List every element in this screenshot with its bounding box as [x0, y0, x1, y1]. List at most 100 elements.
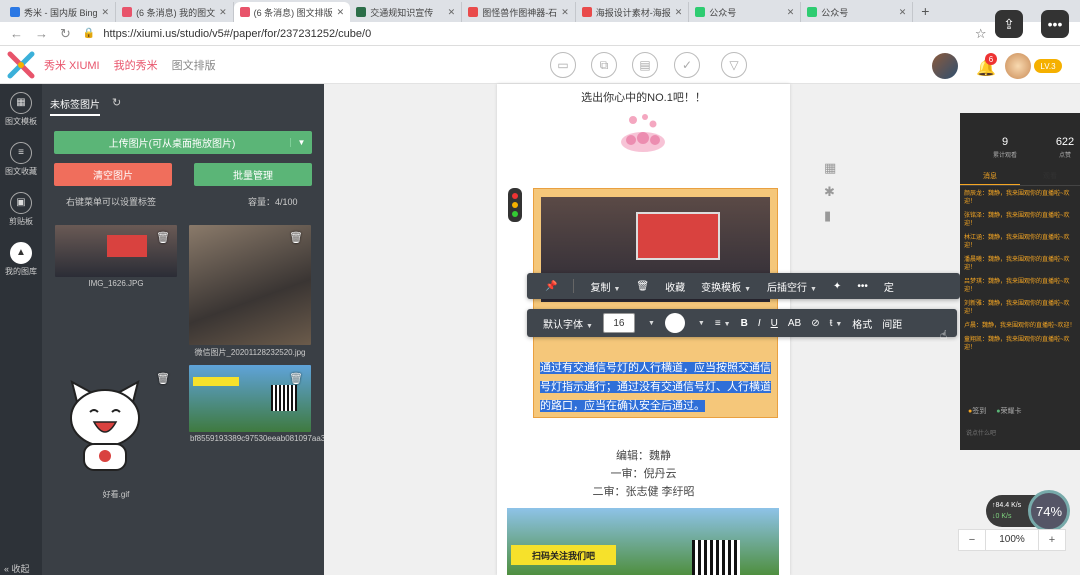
- copy-doc-icon[interactable]: ⧉: [591, 52, 617, 78]
- zoom-out-button[interactable]: −: [959, 534, 985, 546]
- browser-tab[interactable]: 秀米 - 国内版 Bing ✕: [4, 2, 117, 22]
- rail-item-templates[interactable]: ▦ 图文模板: [0, 84, 42, 134]
- back-icon[interactable]: ←: [10, 26, 23, 41]
- collect-button[interactable]: 收藏: [665, 279, 685, 294]
- close-icon[interactable]: ✕: [337, 7, 345, 18]
- list-item: 林江涵：魏静，我来围观你的直播啦~欢迎！: [964, 235, 1070, 249]
- batch-manage-button[interactable]: 批量管理: [194, 163, 312, 186]
- rail-item-gallery[interactable]: ▲ 我的图库: [0, 234, 42, 284]
- format-button[interactable]: 格式: [852, 316, 872, 331]
- site-icon: [581, 7, 592, 17]
- live-actions: ●签到 ●荣耀卡: [968, 406, 1021, 416]
- avatar[interactable]: [932, 53, 958, 79]
- swap-template-button[interactable]: 变换模板 ▼: [701, 279, 751, 294]
- print-icon[interactable]: ▤: [632, 52, 658, 78]
- clear-format-icon[interactable]: ⊘: [811, 318, 819, 329]
- copy-button[interactable]: 复制 ▼: [590, 279, 620, 294]
- close-icon[interactable]: ✕: [899, 7, 907, 18]
- rail-item-clipboard[interactable]: ▣ 剪贴板: [0, 184, 42, 234]
- list-item: 颜辰龙：魏静，我来围观你的直播啦~欢迎！: [964, 191, 1070, 205]
- checkin-button[interactable]: ●签到: [968, 406, 986, 416]
- tab-chat[interactable]: 消息: [960, 168, 1020, 185]
- user-avatar[interactable]: [1005, 53, 1031, 79]
- chevron-down-icon[interactable]: ▼: [290, 138, 312, 147]
- close-icon[interactable]: ✕: [448, 7, 456, 18]
- doc-top-text[interactable]: 选出你心中的NO.1吧！！: [497, 89, 790, 105]
- trash-icon[interactable]: 🗑: [289, 372, 303, 385]
- trash-icon[interactable]: 🗑: [289, 231, 303, 244]
- chevron-down-icon[interactable]: ▼: [648, 320, 655, 327]
- strike-button[interactable]: AB: [788, 318, 801, 329]
- zoom-in-button[interactable]: +: [1039, 534, 1065, 546]
- brand-link[interactable]: 秀米 XIUMI: [44, 57, 100, 73]
- heart-decoration-icon[interactable]: [619, 112, 667, 154]
- browser-tab[interactable]: (6 条消息) 我的图文 ✕: [116, 2, 234, 22]
- browser-tab[interactable]: 图怪兽作图神器-石 ✕: [462, 2, 576, 22]
- star-icon[interactable]: ☆: [975, 26, 987, 42]
- chat-input[interactable]: 说点什么吧: [966, 428, 996, 437]
- browser-tab[interactable]: 海报设计素材-海报 ✕: [576, 2, 690, 22]
- clipboard-icon: ▣: [10, 191, 32, 214]
- image-caption: IMG_1626.JPG: [88, 279, 144, 288]
- align-icon[interactable]: ≡ ▼: [715, 318, 731, 329]
- collection-icon: ≡: [10, 141, 32, 164]
- share-icon[interactable]: ⇪: [995, 10, 1023, 38]
- new-tab-button[interactable]: +: [913, 3, 937, 19]
- zoom-level: 100%: [985, 530, 1039, 550]
- list-item: 卢晨：魏静，我来围观你的直播啦~欢迎！: [964, 323, 1076, 329]
- reload-icon[interactable]: ↻: [60, 26, 71, 42]
- tab-viewers[interactable]: 观看: [1020, 168, 1080, 185]
- forward-icon[interactable]: →: [35, 26, 48, 41]
- font-select[interactable]: 默认字体 ▼: [543, 316, 593, 331]
- publish-icon[interactable]: ▽: [721, 52, 747, 78]
- italic-button[interactable]: I: [758, 318, 761, 329]
- open-folder-icon[interactable]: ▭: [550, 52, 576, 78]
- pin-icon[interactable]: 📌: [545, 281, 557, 292]
- tab-untagged[interactable]: 未标签图片: [50, 96, 100, 116]
- rail-item-collection[interactable]: ≡ 图文收藏: [0, 134, 42, 184]
- browser-tab[interactable]: 公众号 ✕: [801, 2, 914, 22]
- upload-button[interactable]: 上传图片(可从桌面拖放图片) ▼: [54, 131, 312, 154]
- credits[interactable]: 编辑：魏静 一审：倪丹云 二审：张志健 李纡昭: [497, 447, 790, 501]
- close-icon[interactable]: ✕: [675, 7, 683, 18]
- trash-icon[interactable]: 🗑: [156, 372, 170, 385]
- underline-button[interactable]: U: [771, 318, 778, 329]
- chevron-down-icon: ▼: [810, 285, 817, 293]
- close-icon[interactable]: ✕: [219, 7, 227, 18]
- close-icon[interactable]: ✕: [787, 7, 795, 18]
- browser-tab[interactable]: 公众号 ✕: [689, 2, 802, 22]
- magic-wand-icon[interactable]: ✦: [833, 281, 841, 292]
- card-button[interactable]: ●荣耀卡: [996, 406, 1021, 416]
- trash-icon[interactable]: 🗑: [156, 231, 170, 244]
- url-field[interactable]: 🔒 https://xiumi.us/studio/v5#/paper/for/…: [83, 28, 963, 40]
- text-effect-icon[interactable]: ŧ ▼: [830, 318, 843, 329]
- color-picker[interactable]: [664, 313, 685, 333]
- grid-icon[interactable]: ▦: [824, 160, 836, 176]
- cat-gif-thumb[interactable]: [64, 376, 146, 476]
- selected-paragraph[interactable]: 通过有交通信号灯的人行横道，应当按照交通信号灯指示通行；通过没有交通信号灯、人行…: [540, 359, 772, 416]
- font-size-input[interactable]: 16: [602, 313, 635, 333]
- nav-layout[interactable]: 图文排版: [172, 57, 216, 73]
- notification-badge: 6: [985, 53, 997, 65]
- trash-icon[interactable]: 🗑: [636, 281, 649, 292]
- bold-button[interactable]: B: [741, 318, 748, 329]
- chart-icon[interactable]: ▮: [824, 208, 831, 224]
- close-icon[interactable]: ✕: [102, 7, 110, 18]
- collapse-button[interactable]: « 收起: [4, 562, 30, 575]
- insert-empty-line-button[interactable]: 后插空行 ▼: [767, 279, 817, 294]
- text-toolbar: 默认字体 ▼ 16 ▼ ▼ ≡ ▼ B I U AB ⊘ ŧ ▼ 格式 间距: [527, 309, 957, 337]
- settings-icon[interactable]: ✱: [824, 184, 835, 200]
- close-icon[interactable]: ✕: [561, 7, 569, 18]
- clear-images-button[interactable]: 清空图片: [54, 163, 172, 186]
- chevron-down-icon[interactable]: ▼: [698, 320, 705, 327]
- browser-tab-active[interactable]: (6 条消息) 图文排版 ✕: [233, 2, 351, 22]
- browser-tab[interactable]: 交通规知识宣传 ✕: [350, 2, 463, 22]
- save-check-icon[interactable]: ✓: [674, 52, 700, 78]
- spacing-button[interactable]: 间距: [882, 316, 902, 331]
- refresh-icon[interactable]: ↻: [112, 96, 121, 109]
- more-button[interactable]: •••: [857, 281, 868, 292]
- nav-my-xiumi[interactable]: 我的秀米: [114, 57, 158, 73]
- more-options-icon[interactable]: •••: [1041, 10, 1069, 38]
- traffic-light-icon[interactable]: [508, 188, 522, 222]
- cut-button[interactable]: 定: [884, 279, 894, 294]
